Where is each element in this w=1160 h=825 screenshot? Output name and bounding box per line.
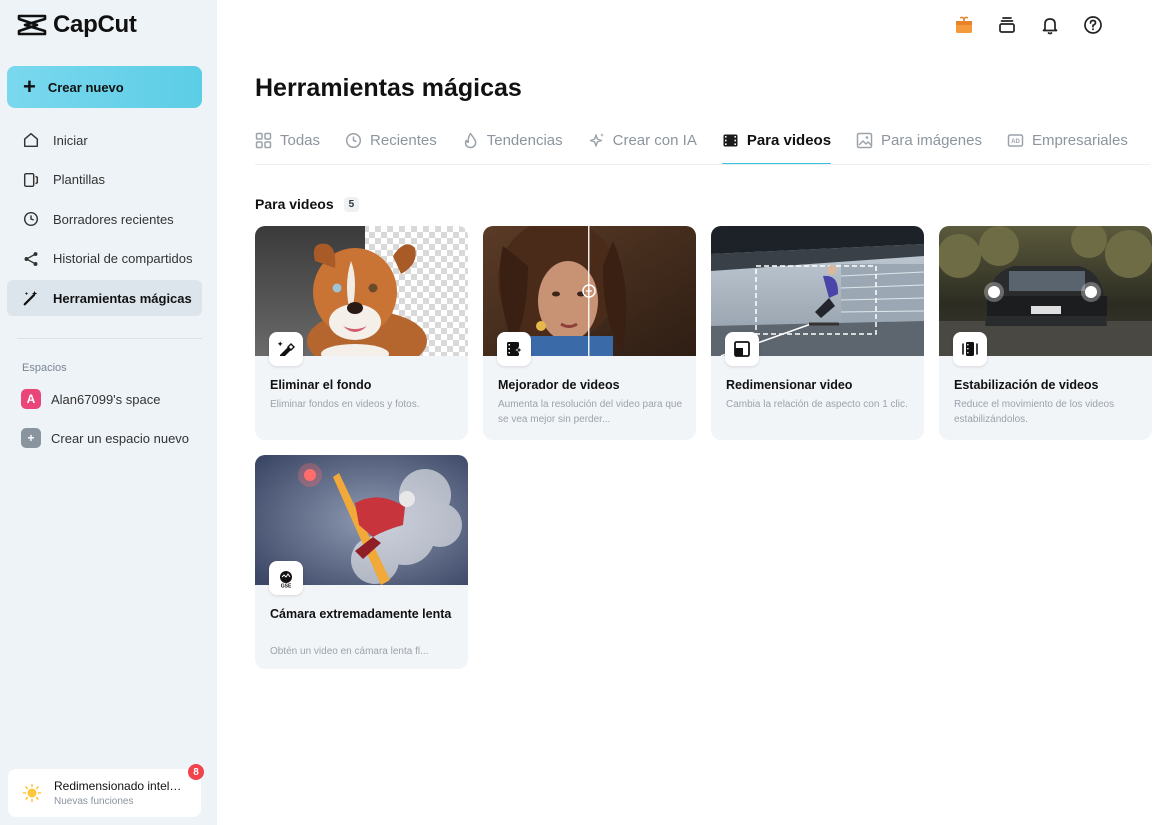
resize-icon — [725, 332, 759, 366]
image-icon — [856, 132, 873, 149]
space-label: Crear un espacio nuevo — [51, 430, 190, 446]
help-button[interactable] — [1082, 14, 1104, 36]
space-item-alan[interactable]: A Alan67099's space — [7, 382, 202, 416]
sidebar-item-label: Herramientas mágicas — [53, 290, 192, 306]
stabilize-icon — [953, 332, 987, 366]
enhance-icon — [497, 332, 531, 366]
sidebar-item-label: Borradores recientes — [53, 211, 174, 227]
tool-card-video-stabilization[interactable]: Estabilización de videos Reduce el movim… — [939, 226, 1152, 440]
sidebar: CapCut + Crear nuevo Iniciar Plantillas … — [0, 0, 217, 825]
space-label: Alan67099's space — [51, 391, 161, 407]
new-features-card[interactable]: Redimensionado inteligente Nuevas funcio… — [8, 764, 204, 817]
gift-button[interactable] — [953, 14, 975, 36]
create-new-button[interactable]: + Crear nuevo — [7, 66, 202, 108]
header-actions — [953, 14, 1104, 36]
sidebar-item-magic-tools[interactable]: Herramientas mágicas — [7, 280, 202, 316]
tab-label: Para videos — [746, 132, 832, 149]
share-icon — [21, 249, 41, 269]
card-description: Aumenta la resolución del video para que… — [498, 399, 683, 425]
notification-count-badge: 8 — [188, 764, 204, 780]
tab-label: Tendencias — [486, 132, 563, 149]
clock-icon — [21, 209, 41, 229]
tab-for-images[interactable]: Para imágenes — [856, 130, 982, 165]
templates-icon — [21, 170, 41, 190]
sidebar-item-recent-drafts[interactable]: Borradores recientes — [7, 201, 202, 237]
card-description: Reduce el movimiento de los videos estab… — [954, 399, 1115, 425]
lightbulb-icon — [22, 783, 42, 803]
tab-label: Todas — [280, 132, 321, 149]
card-title: Mejorador de videos — [498, 378, 620, 392]
home-icon — [21, 130, 41, 150]
tool-card-video-enhancer[interactable]: Mejorador de videos Aumenta la resolució… — [483, 226, 696, 440]
card-description: Obtén un video en cámara lenta fl... — [270, 646, 429, 657]
create-new-label: Crear nuevo — [47, 79, 124, 95]
tab-label: Empresariales — [1031, 132, 1128, 149]
tab-trends[interactable]: Tendencias — [462, 130, 563, 165]
tab-label: Crear con IA — [612, 132, 697, 149]
slowmo-icon: GSE — [269, 561, 303, 595]
tab-for-videos[interactable]: Para videos — [721, 130, 832, 165]
sparkle-icon — [588, 132, 605, 149]
tool-card-super-slow-motion[interactable]: GSE Cámara extremadamente lenta Obtén un… — [255, 455, 468, 669]
help-icon — [1084, 16, 1102, 34]
tabs-divider — [255, 164, 1150, 165]
grid-icon — [255, 132, 272, 149]
sidebar-item-share-history[interactable]: Historial de compartidos — [7, 241, 202, 277]
eraser-icon — [269, 332, 303, 366]
news-subtitle: Nuevas funciones — [54, 796, 134, 807]
sidebar-item-label: Historial de compartidos — [53, 251, 193, 266]
page-title: Herramientas mágicas — [255, 74, 522, 102]
section-header: Para videos 5 — [255, 196, 360, 212]
tab-create-with-ai[interactable]: Crear con IA — [588, 130, 697, 165]
tab-label: Recientes — [370, 132, 437, 149]
spaces-title: Espacios — [22, 362, 67, 374]
tool-card-remove-background[interactable]: Eliminar el fondo Eliminar fondos en vid… — [255, 226, 468, 440]
news-title: Redimensionado inteligente — [54, 779, 184, 793]
sidebar-item-label: Iniciar — [53, 132, 88, 148]
sidebar-item-templates[interactable]: Plantillas — [7, 162, 202, 198]
film-icon — [722, 132, 739, 149]
sidebar-item-home[interactable]: Iniciar — [7, 122, 202, 158]
sidebar-divider — [17, 338, 202, 339]
capcut-logo[interactable]: CapCut — [17, 10, 137, 40]
magic-wand-icon — [21, 288, 41, 308]
card-title: Estabilización de videos — [954, 378, 1099, 392]
app-name: CapCut — [53, 11, 137, 38]
tab-label: Para imágenes — [881, 132, 982, 149]
notifications-button[interactable] — [1039, 14, 1061, 36]
card-description: Eliminar fondos en videos y fotos. — [270, 399, 420, 410]
ad-icon: AD — [1007, 132, 1024, 149]
clock-icon — [345, 132, 362, 149]
sidebar-item-label: Plantillas — [53, 172, 106, 187]
card-title: Cámara extremadamente lenta — [270, 607, 452, 621]
tab-all[interactable]: Todas — [255, 130, 320, 165]
card-description: Cambia la relación de aspecto con 1 clic… — [726, 399, 908, 410]
tab-business[interactable]: AD Empresariales — [1007, 130, 1128, 165]
stack-icon — [999, 17, 1015, 33]
capcut-logo-icon — [17, 14, 47, 36]
svg-text:AD: AD — [1011, 139, 1020, 145]
bell-icon — [1042, 18, 1058, 35]
tab-recent[interactable]: Recientes — [345, 130, 437, 165]
sidebar-nav: Iniciar Plantillas Borradores recientes … — [7, 122, 202, 320]
svg-text:GSE: GSE — [281, 584, 292, 589]
stack-button[interactable] — [996, 14, 1018, 36]
plus-icon: + — [21, 428, 41, 448]
create-space-button[interactable]: + Crear un espacio nuevo — [7, 421, 202, 455]
category-tabs: Todas Recientes Tendencias Crear con IA … — [255, 130, 1153, 165]
flame-icon — [462, 132, 479, 149]
card-title: Eliminar el fondo — [270, 378, 372, 392]
section-title: Para videos — [255, 196, 334, 212]
tool-card-resize-video[interactable]: Redimensionar video Cambia la relación d… — [711, 226, 924, 440]
gift-icon — [956, 16, 972, 33]
section-count-badge: 5 — [343, 196, 360, 212]
space-avatar: A — [21, 389, 41, 409]
card-title: Redimensionar video — [726, 378, 853, 392]
plus-icon: + — [23, 74, 36, 99]
